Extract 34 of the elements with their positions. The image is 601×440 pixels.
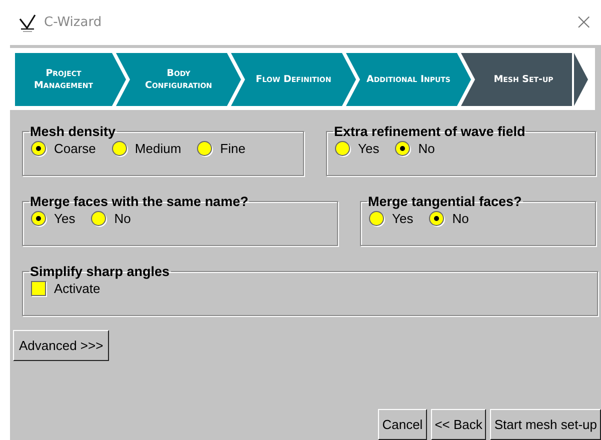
window-title: C-Wizard — [44, 15, 103, 30]
group-title: Simplify sharp angles — [29, 264, 171, 279]
radio-button[interactable] — [112, 141, 127, 156]
group-title: Merge faces with the same name? — [29, 194, 250, 209]
radio-button[interactable] — [197, 141, 212, 156]
option-label: Yes — [54, 211, 76, 226]
group-title: Mesh density — [29, 124, 117, 139]
option-label: No — [114, 211, 131, 226]
dialog-button[interactable]: Start mesh set-up — [490, 409, 601, 440]
dialog-button[interactable]: Cancel — [378, 409, 427, 440]
radio-button[interactable] — [369, 211, 384, 226]
step-arrow-icon — [572, 53, 590, 106]
option-label: Medium — [134, 141, 182, 156]
option-label: Fine — [220, 141, 246, 156]
option-label: Yes — [392, 211, 414, 226]
advanced-button[interactable]: Advanced >>> — [13, 330, 110, 361]
checkbox[interactable] — [31, 281, 46, 296]
option-label: Coarse — [54, 141, 96, 156]
wizard-step[interactable]: Mesh Set-up — [475, 53, 572, 106]
option-label: No — [452, 211, 469, 226]
group-title: Merge tangential faces? — [367, 194, 523, 209]
logo-icon — [18, 12, 38, 32]
group-title: Extra refinement of wave field — [333, 124, 526, 139]
option-label: Yes — [358, 141, 380, 156]
radio-button[interactable] — [429, 211, 444, 226]
option-label: Activate — [54, 281, 100, 296]
radio-button[interactable] — [31, 141, 46, 156]
radio-button[interactable] — [395, 141, 410, 156]
dialog-button[interactable]: << Back — [430, 409, 486, 440]
radio-button[interactable] — [91, 211, 106, 226]
radio-button[interactable] — [335, 141, 350, 156]
option-label: No — [418, 141, 435, 156]
radio-button[interactable] — [31, 211, 46, 226]
close-button[interactable]: × — [570, 10, 597, 35]
